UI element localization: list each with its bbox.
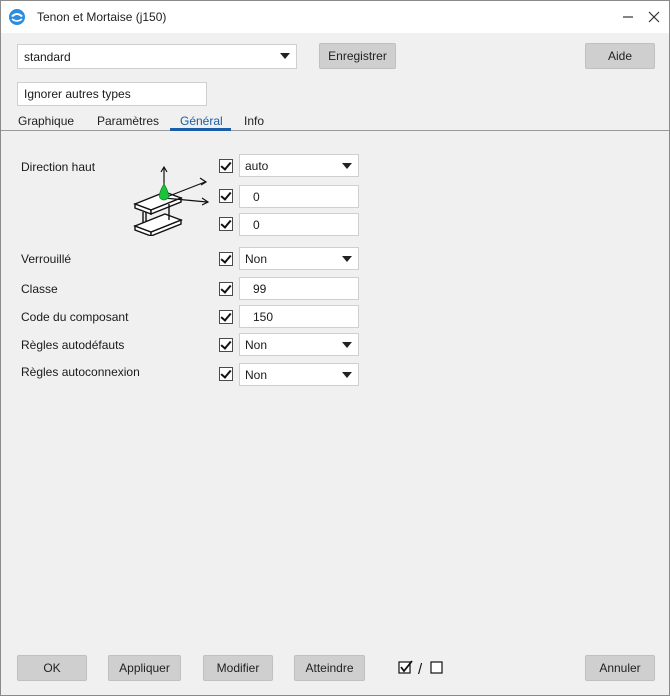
filter-select[interactable]: Ignorer autres types bbox=[17, 82, 207, 106]
auto-defaults-value: Non bbox=[245, 337, 268, 352]
chevron-down-icon bbox=[342, 163, 352, 169]
ok-button[interactable]: OK bbox=[17, 655, 87, 681]
modify-button[interactable]: Modifier bbox=[203, 655, 273, 681]
direction-value: auto bbox=[245, 158, 269, 173]
close-icon bbox=[648, 11, 660, 23]
get-button[interactable]: Atteindre bbox=[294, 655, 365, 681]
class-value: 99 bbox=[253, 281, 267, 296]
chevron-down-icon bbox=[342, 342, 352, 348]
offset2-value: 0 bbox=[253, 217, 260, 232]
tab-info[interactable]: Info bbox=[244, 114, 264, 128]
auto-defaults-checkbox[interactable] bbox=[219, 338, 233, 352]
offset1-value: 0 bbox=[253, 189, 260, 204]
tab-parametres[interactable]: Paramètres bbox=[97, 114, 159, 128]
beam-orientation-icon bbox=[133, 165, 210, 236]
component-code-input[interactable]: 150 bbox=[239, 305, 359, 328]
direction-label: Direction haut bbox=[21, 160, 96, 174]
direction-checkbox[interactable] bbox=[219, 159, 233, 173]
check-all-icon[interactable] bbox=[398, 660, 413, 674]
dialog-window: Tenon et Mortaise (j150) standard Enregi… bbox=[0, 0, 670, 696]
save-button[interactable]: Enregistrer bbox=[319, 43, 396, 69]
class-label: Classe bbox=[21, 282, 58, 296]
title-bar: Tenon et Mortaise (j150) bbox=[1, 1, 669, 33]
component-code-checkbox[interactable] bbox=[219, 310, 233, 324]
chevron-down-icon bbox=[342, 372, 352, 378]
auto-connection-select[interactable]: Non bbox=[239, 363, 359, 386]
tab-graphique[interactable]: Graphique bbox=[18, 114, 74, 128]
tab-bar: Graphique Paramètres Général Info bbox=[1, 112, 669, 131]
chevron-down-icon bbox=[280, 53, 290, 59]
class-checkbox[interactable] bbox=[219, 282, 233, 296]
preset-select[interactable]: standard bbox=[17, 44, 297, 69]
chevron-down-icon bbox=[342, 256, 352, 262]
uncheck-all-icon[interactable] bbox=[430, 661, 443, 674]
preset-value: standard bbox=[24, 49, 71, 64]
close-button[interactable] bbox=[639, 1, 669, 33]
locked-checkbox[interactable] bbox=[219, 252, 233, 266]
toggle-all-checkboxes[interactable]: / bbox=[398, 660, 444, 676]
window-title: Tenon et Mortaise (j150) bbox=[37, 10, 167, 24]
app-logo-icon bbox=[9, 9, 25, 25]
auto-connection-checkbox[interactable] bbox=[219, 367, 233, 381]
filter-value: Ignorer autres types bbox=[24, 87, 131, 101]
offset2-checkbox[interactable] bbox=[219, 217, 233, 231]
locked-label: Verrouillé bbox=[21, 252, 72, 266]
offset2-input[interactable]: 0 bbox=[239, 213, 359, 236]
component-code-label: Code du composant bbox=[21, 310, 129, 324]
auto-defaults-select[interactable]: Non bbox=[239, 333, 359, 356]
offset1-input[interactable]: 0 bbox=[239, 185, 359, 208]
auto-connection-label: Règles autoconnexion bbox=[21, 365, 140, 379]
toggle-separator: / bbox=[418, 661, 423, 676]
minimize-icon bbox=[623, 16, 633, 18]
active-tab-indicator bbox=[170, 128, 231, 131]
tab-general[interactable]: Général bbox=[180, 114, 223, 128]
auto-connection-value: Non bbox=[245, 367, 268, 382]
apply-button[interactable]: Appliquer bbox=[108, 655, 181, 681]
direction-select[interactable]: auto bbox=[239, 154, 359, 177]
cancel-button[interactable]: Annuler bbox=[585, 655, 655, 681]
locked-value: Non bbox=[245, 251, 268, 266]
locked-select[interactable]: Non bbox=[239, 247, 359, 270]
component-code-value: 150 bbox=[253, 309, 274, 324]
offset1-checkbox[interactable] bbox=[219, 189, 233, 203]
class-input[interactable]: 99 bbox=[239, 277, 359, 300]
help-button[interactable]: Aide bbox=[585, 43, 655, 69]
auto-defaults-label: Règles autodéfauts bbox=[21, 338, 125, 352]
